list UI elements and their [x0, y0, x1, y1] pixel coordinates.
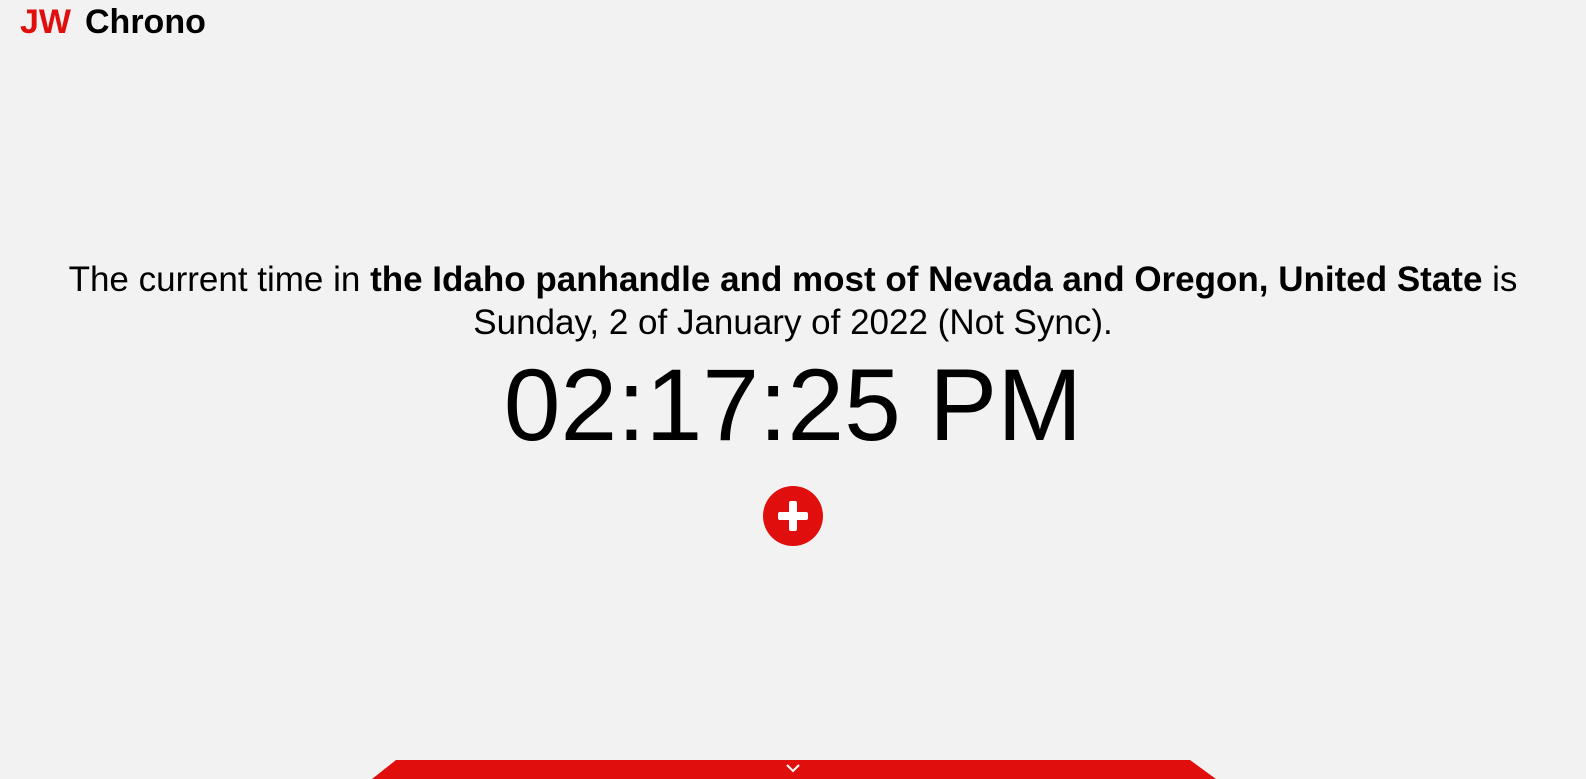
description-is: is: [1482, 260, 1518, 299]
clock-display: 02:17:25 PM: [503, 348, 1083, 462]
brand-logo[interactable]: JW Chrono: [20, 2, 206, 42]
bottom-drawer-tab[interactable]: [0, 760, 1586, 779]
current-date: Sunday, 2 of January of 2022 (Not Sync).: [473, 303, 1113, 342]
brand-prefix: JW: [20, 3, 71, 41]
add-clock-button[interactable]: [763, 486, 823, 546]
location-name: the Idaho panhandle and most of Nevada a…: [370, 260, 1483, 299]
description-lead: The current time in: [68, 260, 371, 299]
brand-name: Chrono: [85, 3, 206, 41]
location-description: The current time in the Idaho panhandle …: [0, 258, 1586, 344]
